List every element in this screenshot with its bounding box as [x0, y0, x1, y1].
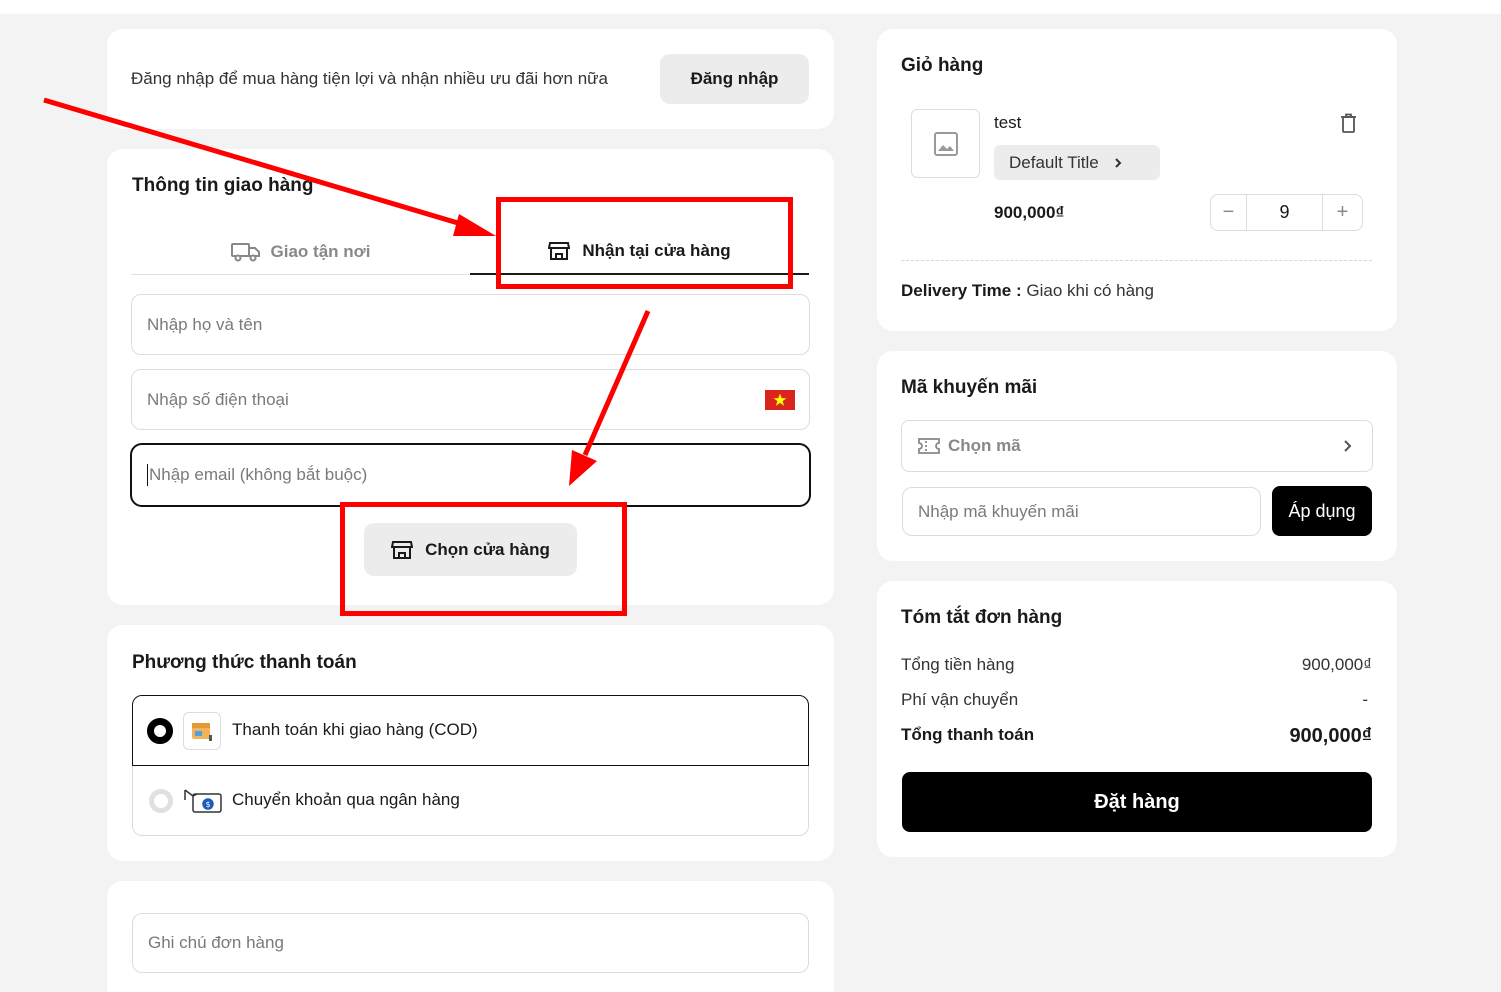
chevron-right-icon: [1342, 439, 1352, 453]
login-button[interactable]: Đăng nhập: [660, 54, 809, 104]
truck-icon: [230, 241, 261, 263]
delivery-time-label: Delivery Time :: [901, 281, 1022, 300]
login-card: Đăng nhập để mua hàng tiện lợi và nhận n…: [107, 29, 834, 129]
choose-voucher-button[interactable]: Chọn mã: [901, 420, 1373, 472]
promo-code-placeholder: Nhập mã khuyến mãi: [918, 501, 1079, 521]
total-label: Tổng thanh toán: [901, 725, 1035, 744]
promo-code-input[interactable]: Nhập mã khuyến mãi: [902, 487, 1261, 536]
annotation-box-choose-store: [340, 502, 627, 616]
payment-card: Phương thức thanh toán Thanh toán khi gi…: [107, 625, 834, 861]
phone-field[interactable]: Nhập số điện thoại: [131, 369, 810, 430]
svg-text:$: $: [205, 800, 210, 809]
name-field[interactable]: Nhập họ và tên: [131, 294, 810, 355]
login-message: Đăng nhập để mua hàng tiện lợi và nhận n…: [131, 69, 609, 88]
increase-quantity-button[interactable]: +: [1322, 195, 1362, 230]
image-icon: [933, 131, 959, 157]
delivery-time-value: Giao khi có hàng: [1026, 281, 1154, 300]
shipping-fee-value: -: [1362, 690, 1368, 709]
radio-unselected[interactable]: [149, 789, 173, 813]
email-caret: [147, 464, 148, 486]
quantity-value[interactable]: 9: [1247, 195, 1322, 230]
annotation-box-store-tab: [496, 197, 793, 289]
decrease-quantity-button[interactable]: −: [1211, 195, 1247, 230]
choose-voucher-label: Chọn mã: [948, 436, 1021, 455]
cart-card: Giỏ hàng test Default Title 900,000₫ − 9…: [877, 29, 1397, 331]
product-image-placeholder: [911, 109, 980, 178]
promo-card: Mã khuyến mãi Chọn mã Nhập mã khuyến mãi…: [877, 351, 1397, 561]
place-order-button[interactable]: Đặt hàng: [902, 772, 1372, 832]
apply-promo-button[interactable]: Áp dụng: [1272, 486, 1372, 536]
payment-title: Phương thức thanh toán: [132, 652, 357, 673]
order-note-field[interactable]: Ghi chú đơn hàng: [132, 913, 809, 973]
chevron-right-icon: [1113, 157, 1123, 169]
cod-box-icon: [183, 712, 221, 750]
note-card: Ghi chú đơn hàng: [107, 881, 834, 992]
cart-divider: [901, 260, 1372, 261]
top-bar: [0, 0, 1501, 14]
product-price: 900,000₫: [994, 203, 1065, 222]
vietnam-flag-icon[interactable]: [765, 390, 795, 410]
shipping-fee-label: Phí vận chuyển: [901, 690, 1019, 709]
payment-option-cod-label: Thanh toán khi giao hàng (COD): [232, 720, 478, 739]
total-value: 900,000₫: [1289, 725, 1372, 747]
radio-selected[interactable]: [147, 718, 173, 744]
summary-card: Tóm tắt đơn hàng Tổng tiền hàng 900,000₫…: [877, 581, 1397, 857]
tab-home-delivery-label: Giao tận nơi: [270, 241, 371, 261]
email-placeholder: Nhập email (không bắt buộc): [149, 465, 368, 484]
delivery-time: Delivery Time : Giao khi có hàng: [901, 281, 1154, 301]
email-field[interactable]: Nhập email (không bắt buộc): [130, 443, 811, 507]
cart-title: Giỏ hàng: [901, 55, 984, 76]
payment-option-bank-label: Chuyển khoản qua ngân hàng: [232, 790, 460, 809]
promo-title: Mã khuyến mãi: [901, 377, 1038, 398]
subtotal-label: Tổng tiền hàng: [901, 655, 1015, 674]
order-note-placeholder: Ghi chú đơn hàng: [148, 933, 284, 952]
payment-option-cod[interactable]: Thanh toán khi giao hàng (COD): [132, 695, 809, 766]
summary-title: Tóm tắt đơn hàng: [901, 607, 1063, 628]
phone-placeholder: Nhập số điện thoại: [147, 389, 289, 409]
ticket-icon: [918, 438, 940, 454]
variant-label: Default Title: [1009, 152, 1099, 172]
shipping-title: Thông tin giao hàng: [132, 175, 314, 196]
trash-icon[interactable]: [1340, 113, 1357, 133]
quantity-stepper: − 9 +: [1210, 194, 1363, 231]
variant-selector[interactable]: Default Title: [994, 145, 1160, 180]
bank-transfer-icon: $: [183, 786, 223, 814]
tab-home-delivery[interactable]: Giao tận nơi: [131, 229, 470, 275]
name-placeholder: Nhập họ và tên: [147, 314, 263, 334]
payment-option-bank[interactable]: $ Chuyển khoản qua ngân hàng: [132, 766, 809, 836]
subtotal-value: 900,000₫: [1301, 655, 1372, 674]
product-name[interactable]: test: [994, 113, 1021, 133]
